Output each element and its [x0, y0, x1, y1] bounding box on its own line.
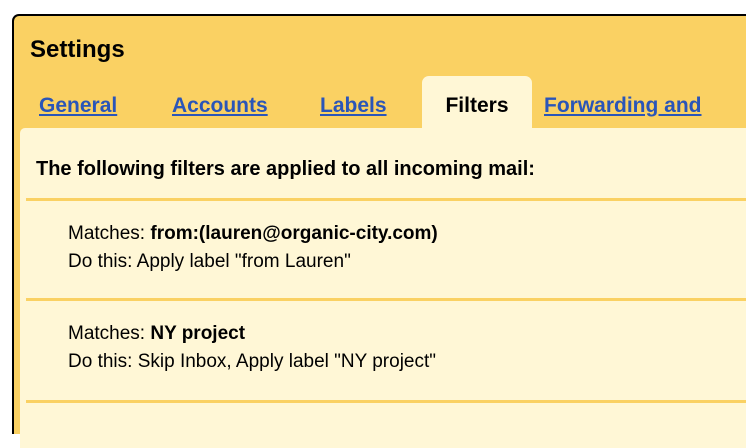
- action-value: Skip Inbox, Apply label "NY project": [137, 351, 437, 372]
- action-label: Do this:: [68, 251, 137, 272]
- divider: [26, 198, 746, 201]
- filter-action-line: Do this: Apply label "from Lauren": [68, 248, 438, 276]
- divider: [26, 298, 746, 301]
- settings-tabs: General Accounts Labels Filters Forwardi…: [14, 76, 746, 140]
- tab-labels[interactable]: Labels: [320, 94, 387, 118]
- filters-heading: The following filters are applied to all…: [36, 158, 535, 180]
- matches-value: NY project: [150, 323, 246, 344]
- filter-action-line: Do this: Skip Inbox, Apply label "NY pro…: [68, 348, 436, 376]
- tab-general[interactable]: General: [39, 94, 117, 118]
- settings-window: Settings General Accounts Labels Filters…: [12, 14, 746, 448]
- matches-label: Matches:: [68, 323, 151, 344]
- tab-accounts[interactable]: Accounts: [172, 94, 268, 118]
- filter-matches-line: Matches: NY project: [68, 320, 436, 348]
- matches-value: from:(lauren@organic-city.com): [150, 223, 438, 244]
- page-title: Settings: [30, 36, 125, 63]
- filters-panel: The following filters are applied to all…: [20, 128, 746, 448]
- action-value: Apply label "from Lauren": [136, 251, 351, 272]
- divider: [26, 400, 746, 403]
- matches-label: Matches:: [68, 223, 151, 244]
- filter-item[interactable]: Matches: NY project Do this: Skip Inbox,…: [68, 320, 436, 376]
- filter-matches-line: Matches: from:(lauren@organic-city.com): [68, 220, 438, 248]
- tab-forwarding[interactable]: Forwarding and: [544, 94, 702, 118]
- filter-item[interactable]: Matches: from:(lauren@organic-city.com) …: [68, 220, 438, 276]
- action-label: Do this:: [68, 351, 138, 372]
